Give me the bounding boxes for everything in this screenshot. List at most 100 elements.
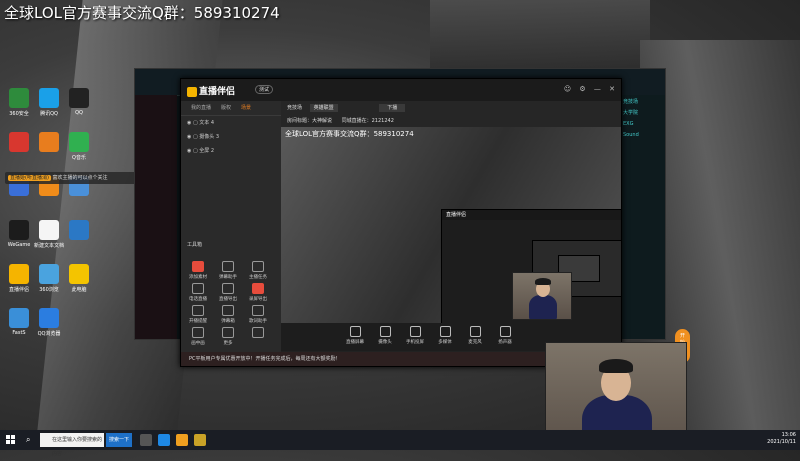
tool-icon [222, 283, 234, 294]
source-item[interactable]: ◉ ▢ 文本 4 [181, 116, 281, 130]
scene-select[interactable]: 英雄联盟 [309, 104, 338, 112]
wallpaper-rock-top [430, 0, 650, 70]
bottom-toolbar-item[interactable]: 扬声器 [491, 326, 519, 345]
taskbar-search-input[interactable]: 在这里输入你要搜索的内容 [40, 433, 104, 457]
bottom-toolbar-item[interactable]: 手机投屏 [401, 326, 429, 345]
clock-date: 2021/10/11 [767, 439, 796, 445]
desktop-icon-label: QQ浏览器 [37, 331, 61, 337]
streamer-app-window[interactable]: 直播伴侣 测试 ☺ ⚙ — ✕ 我的直播 版权 场景 ◉ ▢ 文本 4 ◉ ▢ 摄像头… [180, 78, 691, 367]
source-item[interactable]: ◉ ▢ 摄像头 3 [181, 130, 281, 144]
nested-app-name: 直播伴侣 [442, 210, 621, 220]
bottom-toolbar-item[interactable]: 直播屏幕 [341, 326, 369, 345]
friend-item[interactable]: 大学院 [623, 108, 663, 119]
live-icon [9, 264, 29, 284]
desktop-icon[interactable] [3, 132, 35, 154]
toolbar-icon [409, 326, 421, 337]
left-panel: 我的直播 版权 场景 ◉ ▢ 文本 4 ◉ ▢ 摄像头 3 ◉ ▢ 全屏 2 工具箱 添… [181, 101, 281, 366]
toolbar-icon [349, 326, 361, 337]
source-label: 文本 4 [199, 120, 215, 126]
eye-icon[interactable]: ◉ ▢ [187, 134, 199, 140]
tool-button[interactable]: 弹幕箱 [215, 305, 241, 324]
task-view-icon[interactable] [140, 434, 152, 446]
tool-icon [252, 305, 264, 316]
toolbar-icon [439, 326, 451, 337]
desktop-icon[interactable] [63, 220, 95, 242]
tool-label: 电话直播 [189, 297, 207, 302]
desktop-icon[interactable]: 腾讯QQ [33, 88, 65, 117]
desktop-icon[interactable]: 新建文本文档 [33, 220, 65, 249]
windows-start-icon[interactable] [6, 435, 16, 445]
tab-1[interactable]: 版权 [221, 105, 231, 111]
source-label: 全屏 2 [199, 148, 215, 154]
app-icon [9, 308, 29, 328]
tool-button[interactable]: 画中画 [185, 327, 211, 346]
desktop-icon[interactable]: 360浏览 [33, 264, 65, 293]
browser-icon [39, 308, 59, 328]
desktop-icon[interactable]: WeGame [3, 220, 35, 248]
tool-icon [252, 261, 264, 272]
friend-item[interactable]: 竞技场 [623, 97, 663, 108]
room-title: 房间标题：大神解说 [287, 118, 333, 124]
tool-button[interactable]: 录屏导出 [245, 283, 271, 302]
desktop-icon[interactable]: QQ浏览器 [33, 308, 65, 337]
edge-icon[interactable] [158, 434, 170, 446]
tool-button[interactable]: 更多 [215, 327, 241, 346]
desktop-icon[interactable] [33, 132, 65, 154]
scene-button[interactable]: 下播 [379, 104, 406, 112]
eye-icon[interactable]: ◉ ▢ [187, 120, 199, 126]
tool-button[interactable]: 主播任务 [245, 261, 271, 280]
source-item[interactable]: ◉ ▢ 全屏 2 [181, 144, 281, 158]
tool-icon [192, 283, 204, 294]
taskbar-search-button[interactable]: 搜索一下 [106, 433, 132, 447]
desktop-icon-label: 此电脑 [71, 287, 87, 293]
source-label: 摄像头 3 [199, 134, 220, 140]
bottom-toolbar-item[interactable]: 麦克风 [461, 326, 489, 345]
toolbar-item-label: 麦克风 [468, 340, 482, 345]
bottom-toolbar-item[interactable]: 摄像头 [371, 326, 399, 345]
tool-button[interactable]: 开播提醒 [185, 305, 211, 324]
toolbar-item-label: 多媒体 [438, 340, 452, 345]
streamer-body [529, 295, 557, 319]
tool-icon [192, 305, 204, 316]
live-app-taskbar-icon[interactable] [176, 434, 188, 446]
eye-icon[interactable]: ◉ ▢ [187, 148, 199, 154]
scene-bar: 竞技场 英雄联盟 下播 [281, 101, 621, 115]
desktop-icon-label: Q音乐 [72, 155, 86, 161]
desktop-icon[interactable]: 360安全 [3, 88, 35, 117]
window-controls[interactable]: ☺ ⚙ — ✕ [564, 85, 615, 93]
tool-label: 弹幕助手 [219, 275, 237, 280]
stream-title-overlay: 全球LOL官方赛事交流Q群：589310274 [4, 4, 280, 22]
scene-label: 竞技场 [287, 105, 303, 111]
taskbar: ⌕ 在这里输入你要搜索的内容 搜索一下 13:06 2021/10/11 [0, 430, 800, 457]
clock-time: 13:06 [781, 432, 796, 438]
tool-button[interactable]: 歌词助手 [245, 305, 271, 324]
desktop-icon[interactable]: FastS [3, 308, 35, 336]
tool-label: 录屏导出 [249, 297, 267, 302]
lol-taskbar-icon[interactable] [194, 434, 206, 446]
tool-button[interactable] [245, 327, 271, 340]
desktop-icon[interactable]: 此电脑 [63, 264, 95, 293]
tool-button[interactable]: 直播导出 [215, 283, 241, 302]
tool-button[interactable]: 弹幕助手 [215, 261, 241, 280]
bottom-toolbar-item[interactable]: 多媒体 [431, 326, 459, 345]
friend-item[interactable]: Sound [623, 130, 663, 141]
desktop-icon[interactable]: Q音乐 [63, 132, 95, 161]
game-client-sidebar [135, 95, 177, 339]
toolbar-icon [469, 326, 481, 337]
music-icon [69, 132, 89, 152]
tab-0[interactable]: 我的直播 [191, 105, 211, 111]
toolbar-icon [379, 326, 391, 337]
tab-2[interactable]: 场景 [241, 105, 251, 111]
tool-button[interactable]: 电话直播 [185, 283, 211, 302]
system-tray-clock[interactable]: 13:06 2021/10/11 [767, 432, 796, 446]
toolbar-item-label: 手机投屏 [406, 340, 424, 345]
tool-button[interactable]: 添加素材 [185, 261, 211, 280]
friend-item[interactable]: EXG [623, 119, 663, 130]
search-icon[interactable]: ⌕ [26, 435, 30, 445]
version-badge[interactable]: 测试 [255, 85, 274, 94]
logo-icon [187, 86, 197, 97]
desktop-icon[interactable]: 直播伴侣 [3, 264, 35, 293]
app-logo: 直播伴侣 [187, 84, 235, 97]
tool-label: 歌词助手 [249, 319, 267, 324]
desktop-icon[interactable]: QQ [63, 88, 95, 116]
